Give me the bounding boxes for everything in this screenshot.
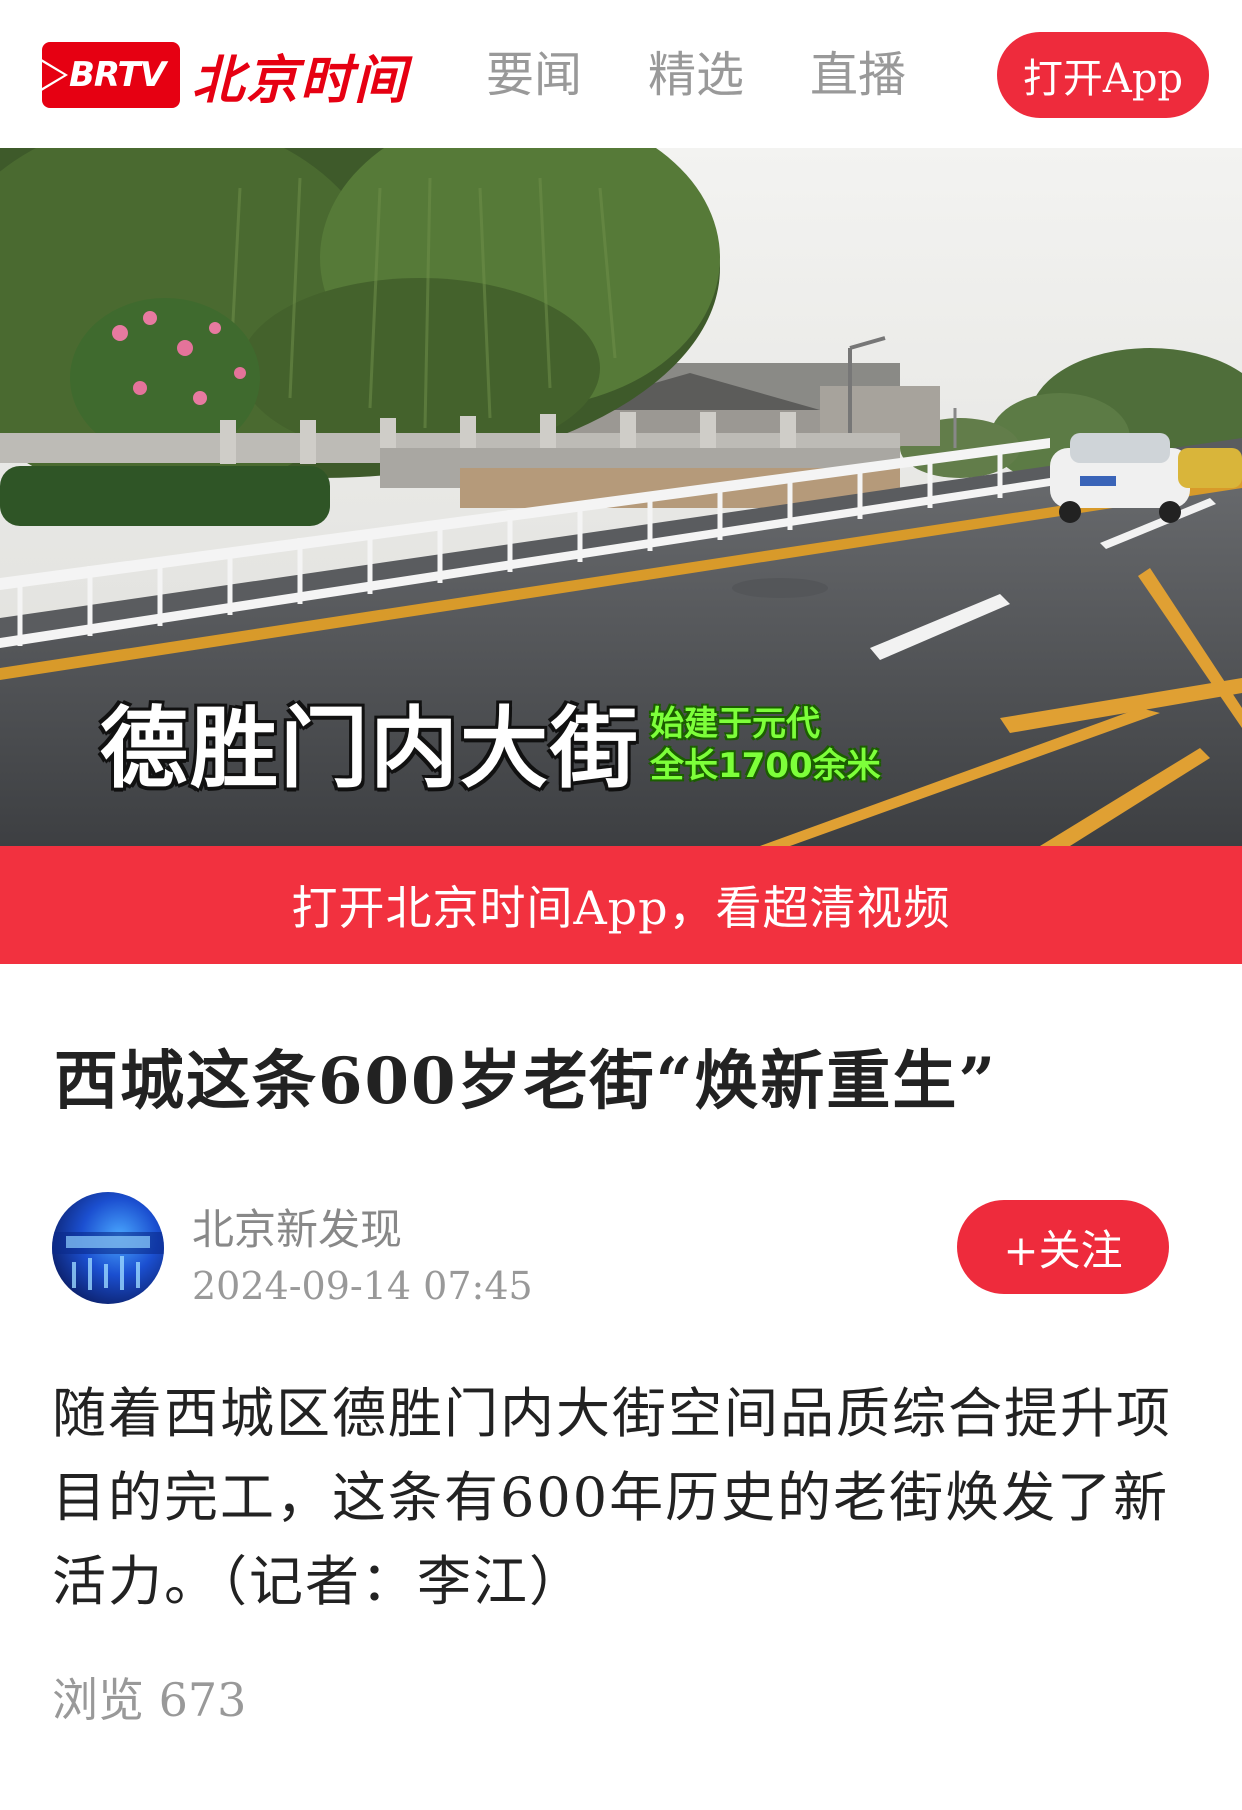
nav-tab-news[interactable]: 要闻 — [486, 40, 582, 110]
brtv-logo[interactable]: BRTV 北京时间 — [40, 40, 409, 111]
article-body: 随着西城区德胜门内大街空间品质综合提升项目的完工，这条有600年历史的老街焕发了… — [52, 1382, 1172, 1613]
video-caption-length: 全长1700余米 — [650, 746, 881, 786]
logo-badge-text: BRTV — [68, 55, 166, 95]
publish-date: 2024-09-14 07:45 — [192, 1264, 533, 1308]
top-header: BRTV 北京时间 要闻 精选 直播 打开App — [0, 0, 1242, 148]
author-name[interactable]: 北京新发现 — [192, 1196, 402, 1257]
author-avatar[interactable] — [52, 1192, 164, 1304]
nav-tab-featured[interactable]: 精选 — [648, 40, 744, 110]
article-title: 西城这条600岁老街“焕新重生” — [54, 1044, 998, 1119]
open-app-button[interactable]: 打开App — [997, 32, 1209, 118]
logo-title: 北京时间 — [192, 50, 409, 111]
open-app-banner[interactable]: 打开北京时间App，看超清视频 — [0, 846, 1242, 964]
video-cover[interactable]: 德胜门内大街 始建于元代 全长1700余米 — [0, 148, 1242, 846]
view-count: 浏览 673 — [52, 1673, 247, 1727]
follow-button[interactable]: +关注 — [957, 1200, 1169, 1294]
brtv-logo-badge: BRTV — [40, 42, 180, 108]
nav-tab-live[interactable]: 直播 — [810, 40, 906, 110]
video-caption-main: 德胜门内大街 — [100, 697, 641, 800]
